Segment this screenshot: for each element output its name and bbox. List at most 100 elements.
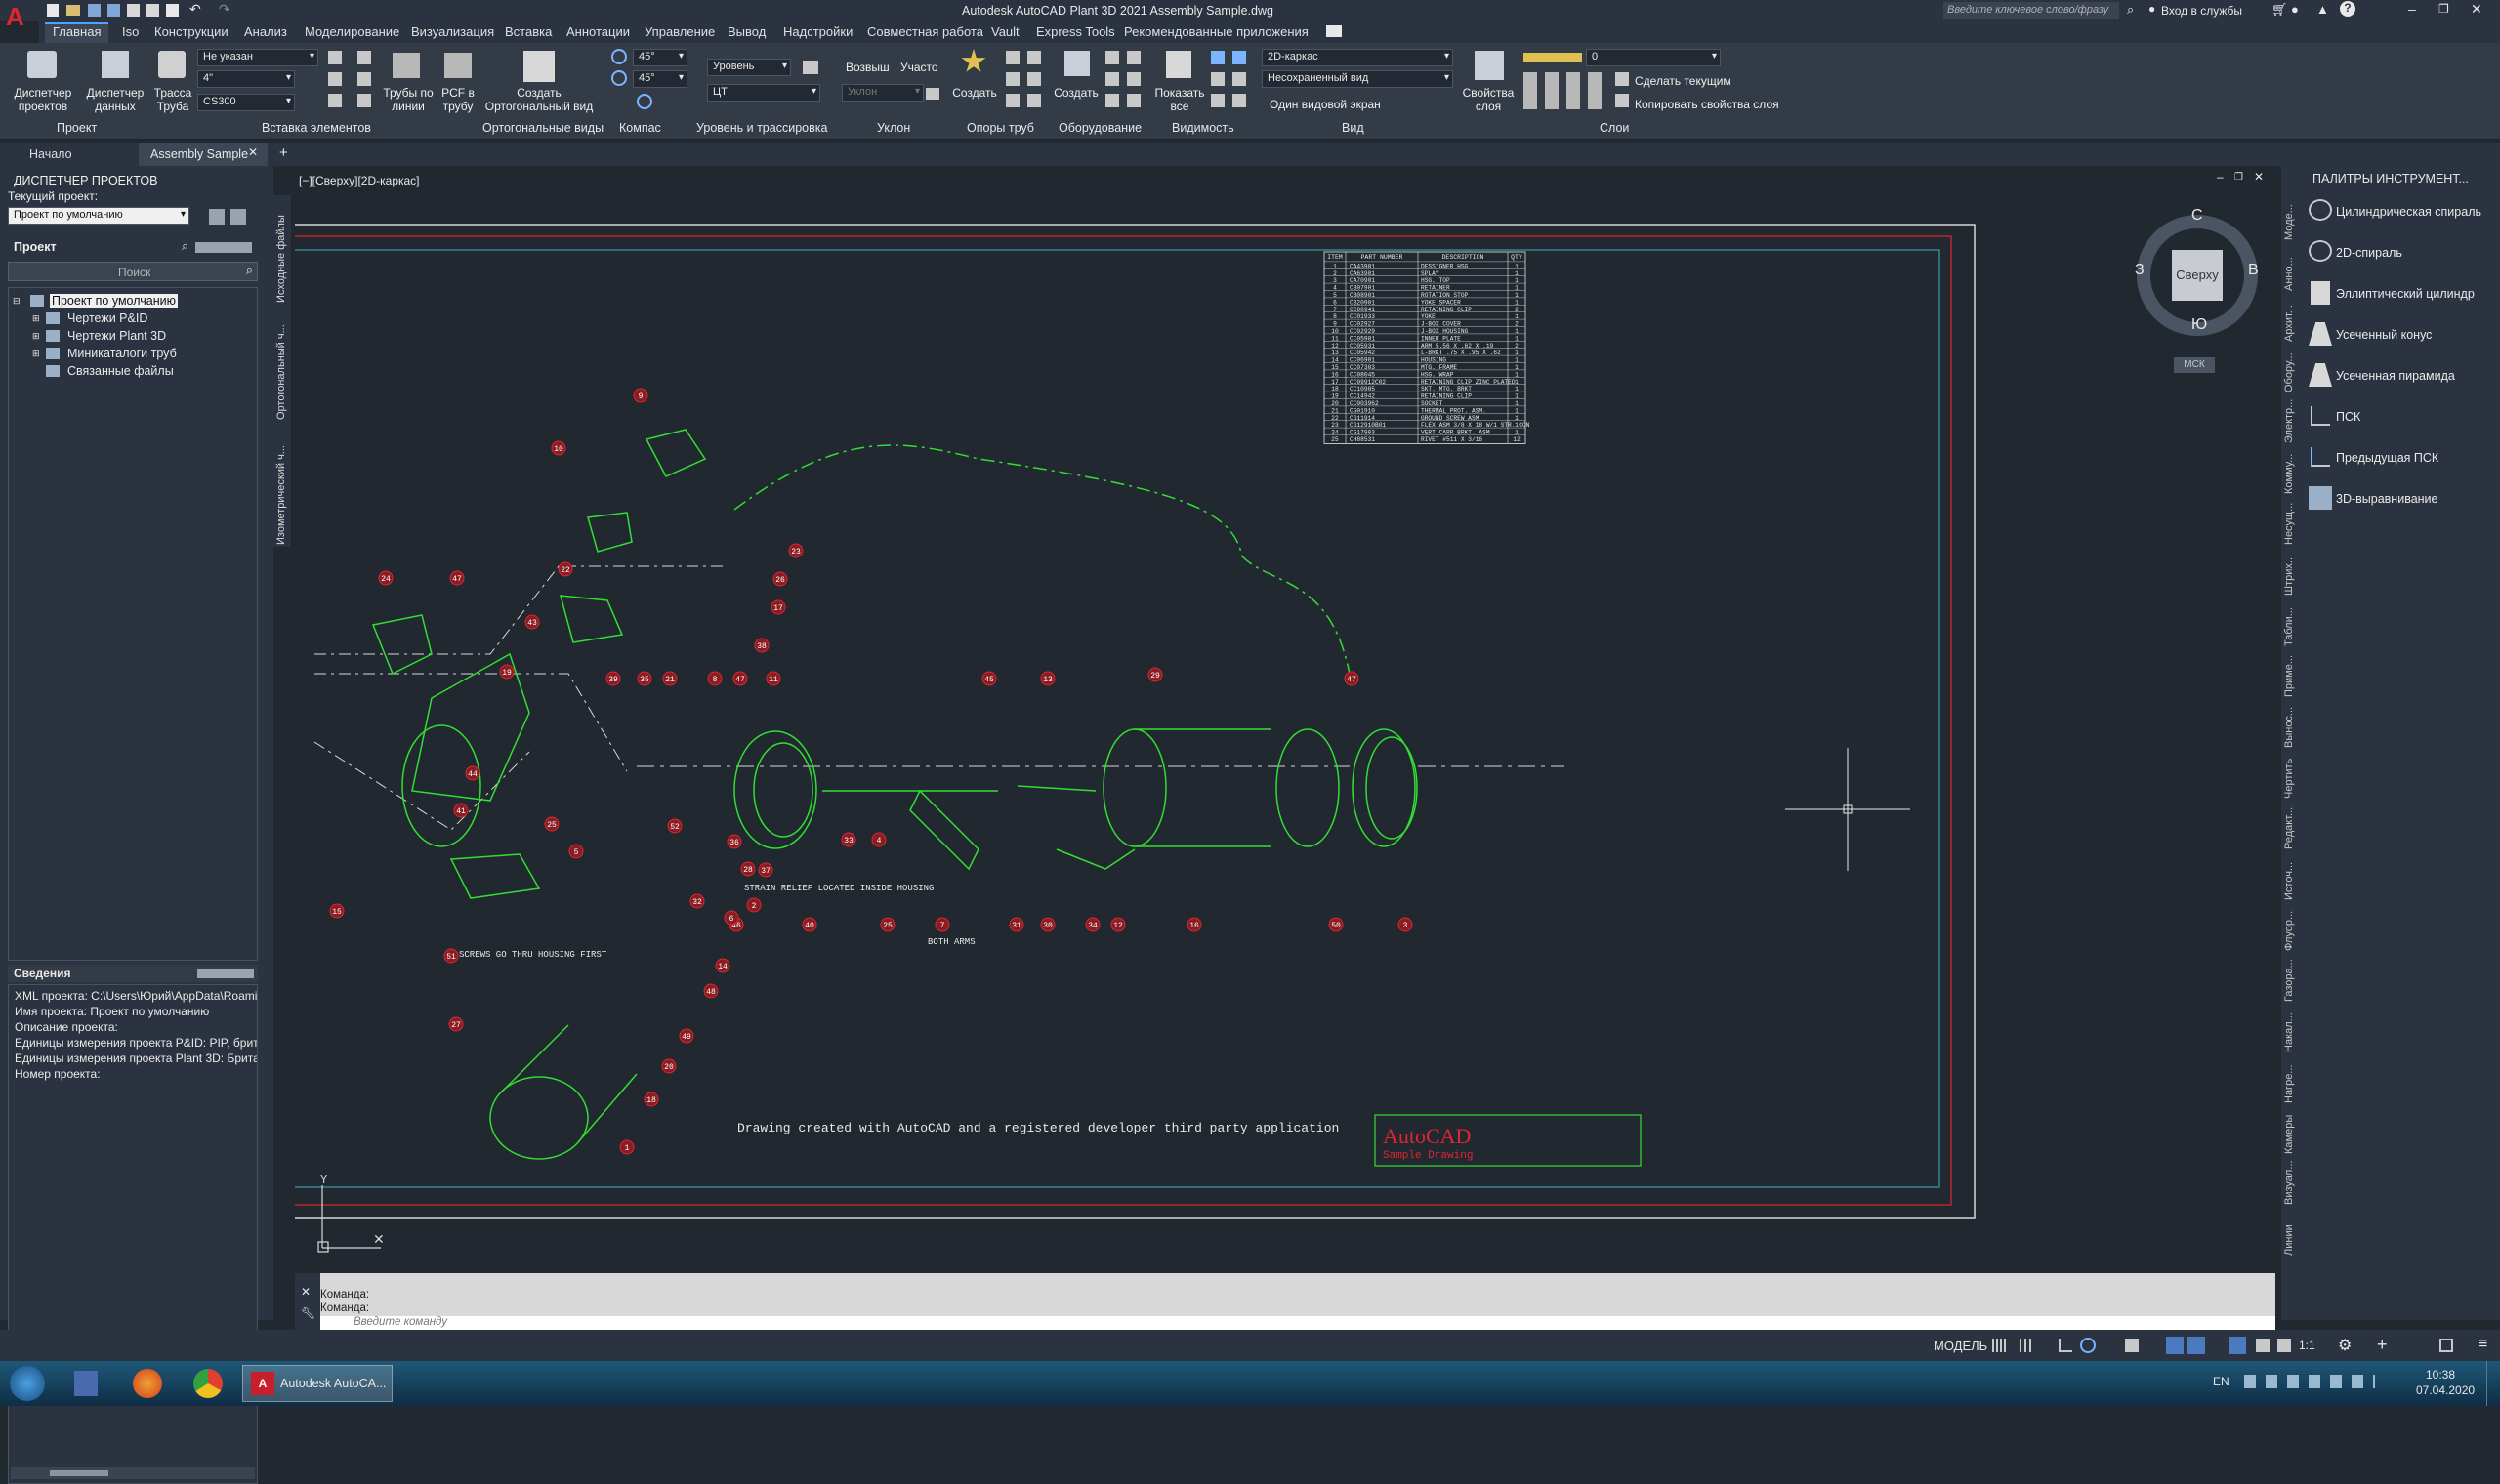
palette-vtab[interactable]: Накал... — [2283, 1012, 2295, 1052]
project-search-input[interactable]: Поиск ⌕ — [8, 262, 258, 281]
insert-tool-icon-6[interactable] — [357, 94, 371, 107]
polar-icon[interactable] — [2080, 1338, 2096, 1353]
palette-vtab[interactable]: Линии — [2283, 1224, 2295, 1256]
search-icon[interactable]: ⌕ — [246, 263, 253, 278]
open-file-icon[interactable] — [66, 5, 80, 16]
new-file-icon[interactable] — [47, 4, 59, 17]
drawing-canvas[interactable]: ITEM PART NUMBER DESCRIPTION QTY1 CA43901 DES… — [295, 166, 2277, 1269]
minimize-icon[interactable]: – — [2408, 1, 2416, 17]
tab-featured-apps[interactable]: Рекомендованные приложения — [1124, 24, 1309, 39]
command-input[interactable]: Введите команду — [320, 1316, 2275, 1330]
tab-collaborate[interactable]: Совместная работа — [867, 24, 983, 39]
redo-icon[interactable]: ↷ — [219, 1, 230, 18]
drawing-viewport[interactable]: [−][Сверху][2D-каркас] – ❐ ✕ ITEM PART NU… — [295, 166, 2277, 1269]
show-desktop-button[interactable] — [2486, 1361, 2500, 1406]
osnap-icon[interactable] — [2166, 1337, 2184, 1354]
support-tool-icon-1[interactable] — [1006, 51, 1020, 64]
insert-tool-icon-5[interactable] — [357, 72, 371, 86]
visual-style-combo[interactable]: 2D-каркас — [1262, 49, 1453, 66]
palette-vtab[interactable]: Редакт... — [2283, 807, 2295, 849]
equipment-tool-icon-6[interactable] — [1127, 94, 1141, 107]
new-tab-icon[interactable]: + — [279, 144, 288, 161]
palette-item-frustum-cone[interactable]: Усеченный конус — [2336, 328, 2432, 342]
vtab-source-files[interactable]: Исходные файлы — [275, 215, 287, 303]
expand-icon[interactable]: ⊞ — [32, 349, 40, 359]
tab-iso[interactable]: Iso — [122, 24, 139, 39]
compass-icon-3[interactable] — [637, 94, 652, 109]
ortho-icon[interactable] — [2059, 1339, 2072, 1352]
viewcube-west[interactable]: З — [2135, 262, 2145, 279]
compass-icon-1[interactable] — [611, 49, 627, 64]
insert-tool-icon-2[interactable] — [328, 72, 342, 86]
panel-title-compass[interactable]: Компас — [619, 121, 661, 135]
details-scrollbar[interactable] — [11, 1467, 255, 1479]
equipment-tool-icon-2[interactable] — [1105, 72, 1119, 86]
annotation-autoscale-icon[interactable] — [2277, 1339, 2291, 1352]
visibility-tool-icon-6[interactable] — [1232, 94, 1246, 107]
help-icon[interactable]: ? — [2340, 1, 2355, 17]
angle-combo-1[interactable]: 45° — [633, 49, 688, 66]
palette-vtab[interactable]: Несущ... — [2283, 503, 2295, 545]
chrome-icon[interactable] — [193, 1369, 223, 1398]
slope-tool-icon[interactable] — [926, 88, 939, 100]
firefox-icon[interactable] — [133, 1369, 162, 1398]
pcf-to-pipe-button[interactable]: PCF в трубу — [436, 86, 480, 113]
tree-item-spec-catalogs[interactable]: Миникаталоги труб — [67, 347, 177, 360]
viewcube-east[interactable]: В — [2248, 262, 2259, 279]
palette-vtab[interactable]: Обору... — [2283, 352, 2295, 392]
customize-menu-icon[interactable]: ≡ — [2479, 1336, 2487, 1353]
command-history-grip[interactable]: ✕ 🔧︎ — [295, 1273, 320, 1330]
publish-icon[interactable] — [146, 4, 159, 17]
doc-tab-start[interactable]: Начало — [29, 147, 72, 161]
project-toolbar-icons[interactable] — [195, 242, 252, 253]
palette-item-elliptic-cylinder[interactable]: Эллиптический цилиндр — [2336, 287, 2475, 301]
tab-home[interactable]: Главная — [45, 22, 109, 43]
clock-date[interactable]: 07.04.2020 — [2416, 1383, 2475, 1397]
palette-vtab[interactable]: Визуал... — [2283, 1161, 2295, 1205]
palette-vtab[interactable]: Нагре... — [2283, 1065, 2295, 1103]
level-combo[interactable]: Уровень — [707, 59, 791, 76]
start-button-icon[interactable] — [10, 1366, 45, 1401]
single-viewport-button[interactable]: Один видовой экран — [1270, 98, 1381, 111]
palette-vtab[interactable]: Анно... — [2283, 257, 2295, 291]
palette-vtab[interactable]: Комму... — [2283, 454, 2295, 494]
current-project-combo[interactable]: Проект по умолчанию — [8, 207, 189, 225]
layer-tools-grid[interactable] — [1523, 72, 1605, 109]
layer-state-icons[interactable] — [1523, 53, 1582, 62]
expand-icon[interactable]: ⊞ — [32, 331, 40, 342]
palette-item-ucs[interactable]: ПСК — [2336, 410, 2360, 424]
palette-vtab[interactable]: Чертить — [2283, 759, 2295, 799]
sign-in-button[interactable]: Вход в службы — [2161, 4, 2242, 18]
ucs-menu[interactable]: МСК — [2174, 357, 2215, 373]
taskbar-autocad-button[interactable]: A Autodesk AutoCA... — [242, 1365, 393, 1402]
tab-insert[interactable]: Вставка — [505, 24, 552, 39]
size-combo[interactable]: 4" — [197, 70, 295, 88]
visibility-tool-icon-1[interactable] — [1211, 51, 1225, 64]
tab-visualize[interactable]: Визуализация — [411, 24, 494, 39]
restore-icon[interactable]: ❐ — [2438, 2, 2449, 16]
equipment-tool-icon-3[interactable] — [1105, 94, 1119, 107]
save-as-icon[interactable] — [107, 4, 120, 17]
tree-item-linked-files[interactable]: Связанные файлы — [67, 364, 174, 378]
viewcube-north[interactable]: С — [2191, 207, 2203, 225]
isodraft-icon[interactable] — [2125, 1339, 2139, 1352]
layer-combo[interactable]: 0 — [1586, 49, 1721, 66]
collapse-icon[interactable]: ⊟ — [13, 296, 21, 307]
viewcube-face-top[interactable]: Сверху — [2172, 250, 2223, 301]
print-icon[interactable] — [166, 4, 179, 17]
insert-tool-icon-3[interactable] — [328, 94, 342, 107]
customize-command-icon[interactable]: 🔧︎ — [301, 1306, 315, 1320]
tab-structure[interactable]: Конструкции — [154, 24, 229, 39]
equipment-tool-icon-5[interactable] — [1127, 72, 1141, 86]
visibility-tool-icon-4[interactable] — [1232, 51, 1246, 64]
tab-addins[interactable]: Надстройки — [783, 24, 853, 39]
insert-tool-icon-1[interactable] — [328, 51, 342, 64]
tab-output[interactable]: Вывод — [728, 24, 766, 39]
add-icon[interactable]: + — [2377, 1335, 2388, 1355]
visibility-tool-icon-5[interactable] — [1232, 72, 1246, 86]
tab-modeling[interactable]: Моделирование — [305, 24, 399, 39]
lineweight-icon[interactable] — [2229, 1337, 2246, 1354]
project-search-icon[interactable]: ⌕ — [182, 238, 188, 254]
palette-vtab[interactable]: Электр... — [2283, 399, 2295, 443]
details-tool-icons[interactable] — [197, 969, 254, 978]
